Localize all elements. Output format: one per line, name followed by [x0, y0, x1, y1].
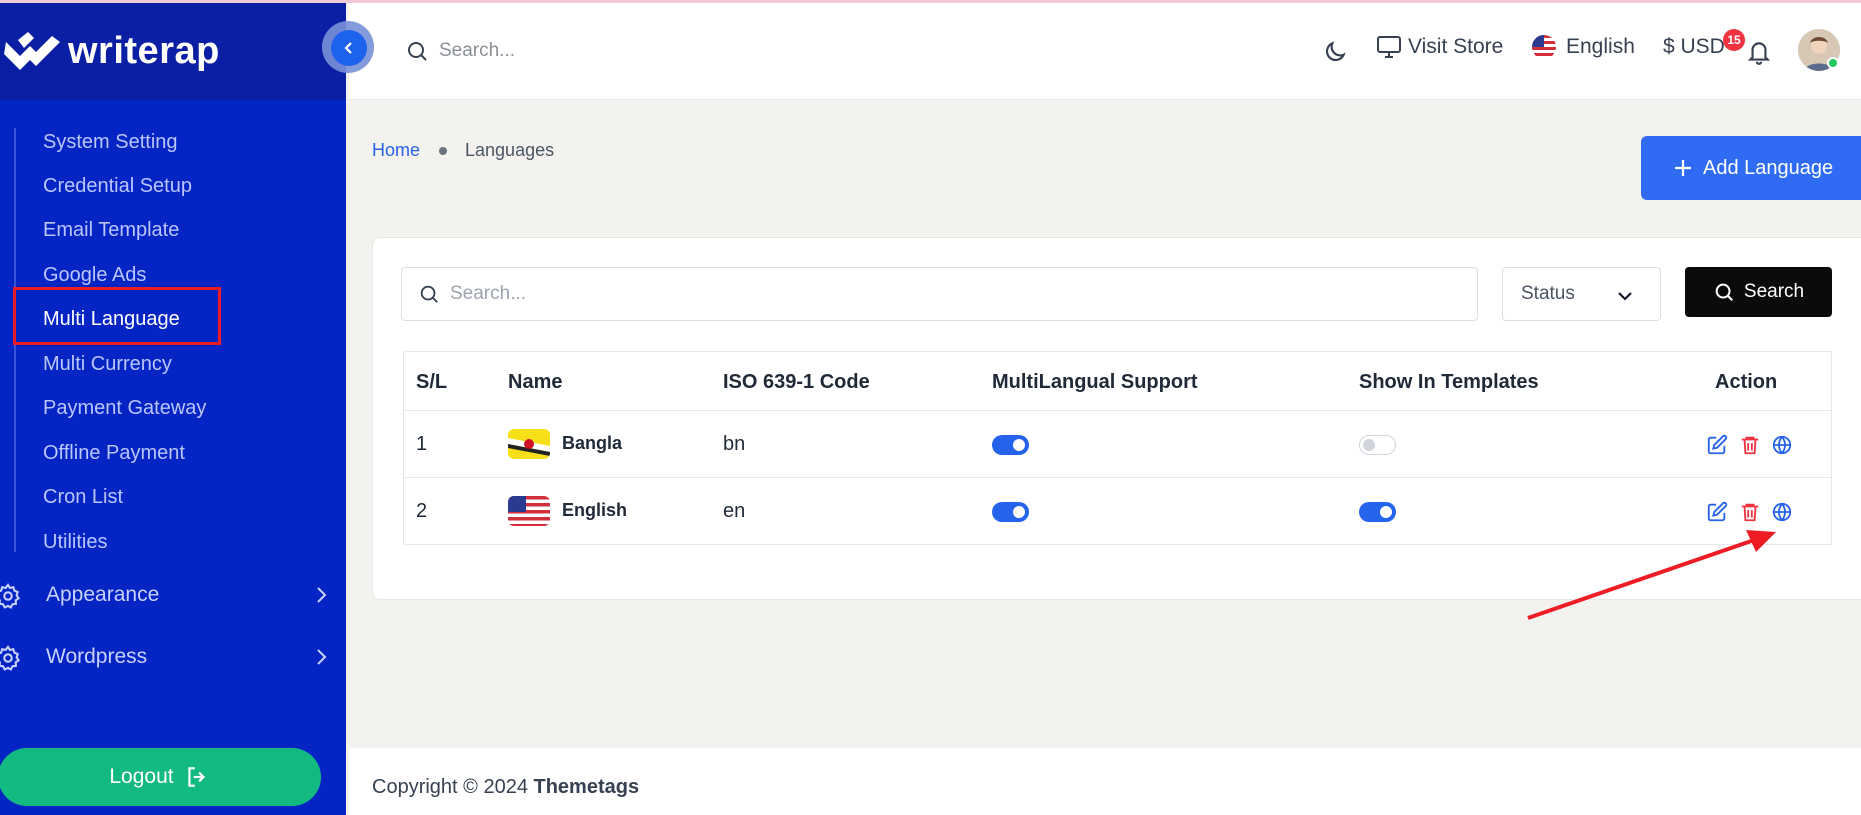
- logout-icon: [187, 767, 205, 787]
- bell-icon[interactable]: [1746, 38, 1772, 66]
- trash-icon: [1741, 503, 1759, 522]
- column-header-name: Name: [508, 371, 563, 393]
- visit-store-label: Visit Store: [1408, 35, 1504, 58]
- gear-icon: [0, 583, 21, 609]
- annotation-highlight-box: [13, 287, 221, 345]
- table-search-placeholder: Search...: [450, 283, 527, 304]
- language-name: English: [562, 500, 628, 520]
- multilingual-toggle[interactable]: [992, 435, 1029, 455]
- trash-icon: [1741, 436, 1759, 455]
- header-search-placeholder: Search...: [439, 40, 516, 61]
- gear-icon: [0, 645, 21, 671]
- breadcrumb-separator: [439, 146, 448, 155]
- edit-button[interactable]: [1705, 500, 1729, 524]
- search-button[interactable]: Search: [1685, 267, 1832, 317]
- status-select-value: Status: [1521, 283, 1575, 304]
- language-code: bn: [723, 433, 746, 455]
- breadcrumb-current: Languages: [465, 140, 555, 160]
- chevron-left-icon: [344, 42, 352, 54]
- sidebar-item-system-setting[interactable]: System Setting: [43, 131, 178, 154]
- delete-button[interactable]: [1738, 433, 1762, 457]
- languages-table: S/L Name ISO 639-1 Code MultiLangual Sup…: [403, 351, 1832, 545]
- header-search[interactable]: Search...: [405, 39, 515, 63]
- top-border: [0, 0, 1861, 3]
- search-button-label: Search: [1743, 281, 1805, 302]
- footer: Copyright © 2024 Themetags: [349, 748, 1861, 815]
- logout-label: Logout: [109, 765, 174, 788]
- sidebar-item-cron-list[interactable]: Cron List: [43, 486, 123, 509]
- language-name: Bangla: [562, 433, 623, 453]
- logo-mark-icon: [4, 31, 60, 70]
- add-language-button[interactable]: Add Language: [1641, 136, 1861, 200]
- search-icon: [1715, 283, 1733, 301]
- breadcrumb-home[interactable]: Home: [372, 140, 420, 161]
- language-label: English: [1566, 35, 1635, 58]
- column-header-multilingual: MultiLangual Support: [992, 371, 1198, 393]
- copyright-text: Copyright © 2024 Themetags: [372, 776, 639, 799]
- currency-label: $ USD: [1663, 35, 1725, 58]
- us-flag-icon: [1532, 35, 1556, 59]
- sidebar-item-email-template[interactable]: Email Template: [43, 219, 179, 242]
- sidebar-collapse-button[interactable]: [331, 30, 367, 66]
- row-sl: 2: [416, 500, 428, 522]
- monitor-icon: [1377, 36, 1401, 58]
- sidebar-item-offline-payment[interactable]: Offline Payment: [43, 442, 185, 465]
- delete-button[interactable]: [1738, 500, 1762, 524]
- currency-selector[interactable]: $ USD: [1663, 35, 1725, 59]
- add-language-label: Add Language: [1703, 156, 1834, 179]
- copyright-prefix: Copyright © 2024: [372, 776, 528, 798]
- show-in-templates-toggle[interactable]: [1359, 435, 1396, 455]
- sidebar-item-google-ads[interactable]: Google Ads: [43, 264, 146, 287]
- visit-store-link[interactable]: Visit Store: [1376, 35, 1503, 59]
- row-sl: 1: [416, 433, 428, 455]
- plus-icon: [1675, 160, 1691, 176]
- edit-button[interactable]: [1705, 433, 1729, 457]
- sidebar-group-label: Wordpress: [46, 645, 148, 668]
- table-row: 1 Bangla bn: [404, 411, 1831, 478]
- breadcrumb: Home Languages: [372, 140, 554, 161]
- sidebar-group-appearance[interactable]: Appearance: [0, 575, 346, 615]
- translate-button[interactable]: [1770, 433, 1794, 457]
- language-selector[interactable]: English: [1532, 35, 1635, 59]
- us-flag-icon: [508, 496, 550, 526]
- column-header-code: ISO 639-1 Code: [723, 371, 870, 393]
- chevron-right-icon: [317, 587, 327, 603]
- sidebar-item-multi-currency[interactable]: Multi Currency: [43, 353, 172, 376]
- chevron-down-icon: [1618, 292, 1632, 301]
- table-row: 2 English en: [404, 478, 1831, 545]
- sidebar-item-payment-gateway[interactable]: Payment Gateway: [43, 397, 206, 420]
- copyright-brand[interactable]: Themetags: [534, 776, 640, 798]
- edit-icon: [1707, 434, 1728, 455]
- edit-icon: [1707, 501, 1728, 522]
- search-icon: [408, 42, 427, 61]
- brunei-flag-icon: [508, 429, 550, 459]
- sidebar-group-wordpress[interactable]: Wordpress: [0, 637, 346, 677]
- globe-icon: [1772, 435, 1792, 455]
- multilingual-toggle[interactable]: [992, 502, 1029, 522]
- logo-text: writerap: [68, 30, 220, 72]
- sidebar-group-label: Appearance: [46, 583, 160, 606]
- globe-icon: [1772, 502, 1792, 522]
- language-code: en: [723, 500, 746, 522]
- logo[interactable]: writerap: [4, 30, 220, 73]
- logout-button[interactable]: Logout: [0, 748, 321, 806]
- search-icon: [420, 285, 438, 303]
- status-select[interactable]: Status: [1502, 267, 1661, 321]
- column-header-show-in-templates: Show In Templates: [1359, 371, 1539, 393]
- sidebar: writerap System Setting Credential Setup E…: [0, 0, 346, 815]
- column-header-sl: S/L: [416, 371, 448, 393]
- notification-badge: 15: [1723, 29, 1745, 51]
- sidebar-item-credential-setup[interactable]: Credential Setup: [43, 175, 192, 198]
- table-search-input[interactable]: Search...: [401, 267, 1478, 321]
- column-header-action: Action: [1715, 371, 1778, 393]
- show-in-templates-toggle[interactable]: [1359, 502, 1396, 522]
- translate-button[interactable]: [1770, 500, 1794, 524]
- dark-mode-icon[interactable]: [1322, 39, 1348, 65]
- table-header-row: S/L Name ISO 639-1 Code MultiLangual Sup…: [404, 352, 1831, 411]
- chevron-right-icon: [317, 649, 327, 665]
- sidebar-item-utilities[interactable]: Utilities: [43, 531, 107, 554]
- online-status-dot: [1827, 57, 1839, 69]
- sidebar-header: writerap: [0, 0, 346, 100]
